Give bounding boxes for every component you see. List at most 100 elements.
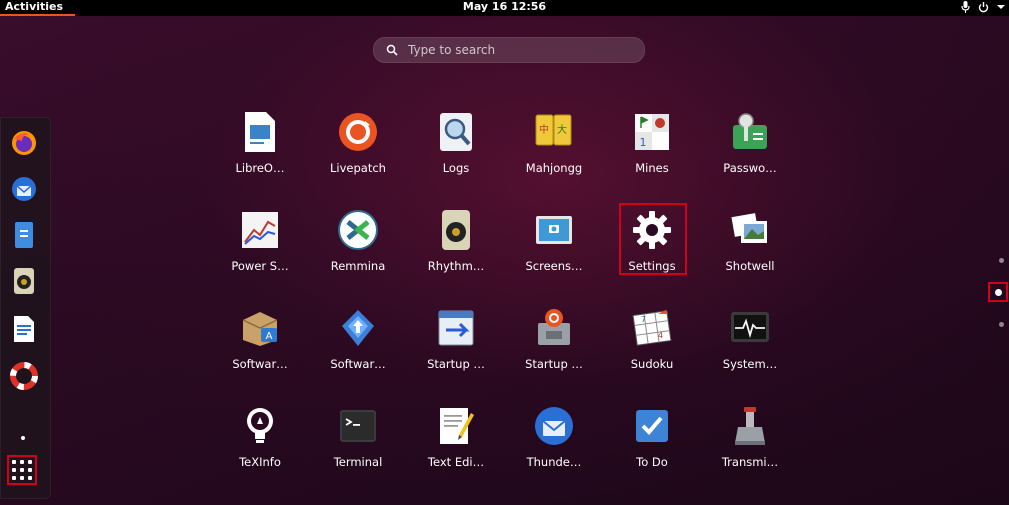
app-todo[interactable]: To Do [607, 395, 697, 485]
app-startup-applications[interactable]: Startup … [411, 297, 501, 387]
clock[interactable]: May 16 12:56 [0, 0, 1009, 14]
app-label: Passwo… [723, 161, 777, 175]
dock-item-help[interactable] [9, 361, 39, 391]
page-indicator-2-active[interactable] [988, 282, 1008, 302]
thunderbird-icon [12, 177, 36, 201]
software-updater-icon [336, 306, 380, 350]
logs-icon [434, 110, 478, 154]
transmission-icon [728, 404, 772, 448]
app-software[interactable]: A Softwar… [215, 297, 305, 387]
power-icon [978, 1, 989, 12]
rhythmbox-icon [434, 208, 478, 252]
text-editor-icon [434, 404, 478, 448]
app-terminal[interactable]: Terminal [313, 395, 403, 485]
app-label: Text Edi… [427, 455, 485, 469]
app-label: Softwar… [232, 357, 288, 371]
chevron-down-icon [997, 5, 1005, 9]
page-indicator-3[interactable] [999, 322, 1004, 327]
app-label: Startup … [525, 357, 583, 371]
svg-text:4: 4 [658, 331, 663, 340]
terminal-icon [336, 404, 380, 448]
firefox-icon [12, 131, 36, 155]
top-bar: Activities May 16 12:56 [0, 0, 1009, 16]
app-label: Startup … [427, 357, 485, 371]
activities-indicator [0, 14, 75, 16]
app-settings[interactable]: Settings [607, 199, 697, 289]
app-libreoffice-draw[interactable]: LibreO… [215, 101, 305, 191]
libreoffice-draw-icon [238, 110, 282, 154]
dock-item-files[interactable] [9, 220, 39, 250]
power-statistics-icon [238, 208, 282, 252]
mines-icon: 1 [630, 110, 674, 154]
app-startup-disk-creator[interactable]: Startup … [509, 297, 599, 387]
app-screenshot[interactable]: Screens… [509, 199, 599, 289]
sudoku-icon: 74 [630, 306, 674, 350]
dock-item-writer[interactable] [9, 314, 39, 344]
startup-disk-creator-icon [532, 306, 576, 350]
app-label: Remmina [330, 259, 386, 273]
app-passwords[interactable]: Passwo… [705, 101, 795, 191]
microphone-icon [961, 1, 970, 13]
app-rhythmbox[interactable]: Rhythm… [411, 199, 501, 289]
app-text-editor[interactable]: Text Edi… [411, 395, 501, 485]
todo-icon [630, 404, 674, 448]
app-software-updater[interactable]: Softwar… [313, 297, 403, 387]
livepatch-icon [336, 110, 380, 154]
files-icon [15, 222, 33, 248]
app-label: Terminal [333, 455, 383, 469]
app-mahjongg[interactable]: 中大 Mahjongg [509, 101, 599, 191]
app-livepatch[interactable]: Livepatch [313, 101, 403, 191]
app-system-monitor[interactable]: System… [705, 297, 795, 387]
app-transmission[interactable]: Transmi… [705, 395, 795, 485]
search-input[interactable] [406, 42, 630, 58]
app-label: LibreO… [235, 161, 285, 175]
help-icon [10, 362, 38, 390]
app-logs[interactable]: Logs [411, 101, 501, 191]
thunderbird-icon [532, 404, 576, 448]
app-sudoku[interactable]: 7 4 Sudoku [607, 297, 697, 387]
dock-item-thunderbird[interactable] [9, 174, 39, 204]
startup-applications-icon [434, 306, 478, 350]
app-mines[interactable]: 1 Mines [607, 101, 697, 191]
app-remmina[interactable]: Remmina [313, 199, 403, 289]
app-label: Shotwell [725, 259, 775, 273]
mahjongg-icon: 中大 [532, 110, 576, 154]
search-icon [386, 44, 398, 56]
passwords-icon [728, 110, 772, 154]
app-label: Power S… [231, 259, 289, 273]
screenshot-icon [532, 208, 576, 252]
software-icon: A [238, 306, 282, 350]
dock [0, 117, 51, 499]
settings-icon [630, 208, 674, 252]
dock-item-firefox[interactable] [9, 128, 39, 158]
app-thunderbird[interactable]: Thunde… [509, 395, 599, 485]
search-box[interactable] [373, 37, 645, 63]
libreoffice-writer-icon [14, 316, 34, 342]
app-label: Logs [442, 161, 470, 175]
app-label: System… [722, 357, 778, 371]
app-label: Settings [628, 259, 676, 273]
remmina-icon [336, 208, 380, 252]
app-label: Mahjongg [525, 161, 583, 175]
app-label: To Do [636, 455, 668, 469]
svg-text:A: A [266, 331, 273, 342]
app-label: Thunde… [526, 455, 582, 469]
app-label: Rhythm… [427, 259, 485, 273]
texinfo-icon [238, 404, 282, 448]
system-tray[interactable] [961, 1, 1005, 13]
page-indicator-1[interactable] [999, 258, 1004, 263]
dock-item-rhythmbox[interactable] [9, 266, 39, 296]
svg-text:中: 中 [539, 123, 549, 136]
app-label: Softwar… [330, 357, 386, 371]
shotwell-icon [728, 208, 772, 252]
app-label: Livepatch [330, 161, 386, 175]
app-label: TeXInfo [239, 455, 281, 469]
app-power-statistics[interactable]: Power S… [215, 199, 305, 289]
app-shotwell[interactable]: Shotwell [705, 199, 795, 289]
system-monitor-icon [728, 306, 772, 350]
rhythmbox-icon [14, 268, 34, 294]
app-texinfo[interactable]: TeXInfo [215, 395, 305, 485]
show-applications-button[interactable] [7, 455, 37, 485]
running-indicator [21, 436, 25, 440]
app-label: Transmi… [721, 455, 779, 469]
